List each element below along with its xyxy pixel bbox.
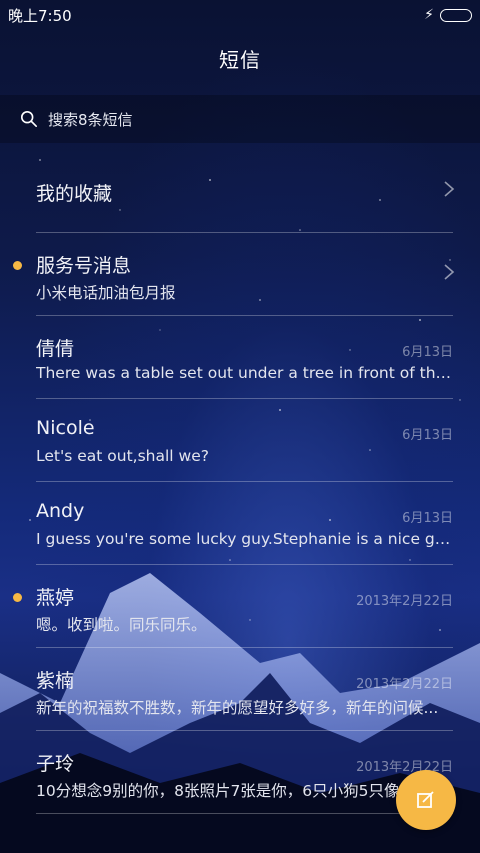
- list-item-yanting[interactable]: 燕婷 2013年2月22日 嗯。收到啦。同乐同乐。: [13, 565, 453, 648]
- list-item-zinan[interactable]: 紫楠 2013年2月22日 新年的祝福数不胜数，新年的愿望好多好多，新年的问候.…: [36, 648, 453, 731]
- conversation-name: Nicole: [36, 417, 95, 439]
- conversation-name: 我的收藏: [36, 183, 113, 205]
- chevron-right-icon: [444, 181, 455, 197]
- status-time: 晚上7:50: [8, 6, 72, 25]
- list-item-favorites[interactable]: 我的收藏: [36, 150, 455, 233]
- conversation-name: Andy: [36, 500, 85, 522]
- conversation-preview: 小米电话加油包月报: [36, 284, 176, 302]
- list-item-ziling[interactable]: 子玲 2013年2月22日 10分想念9别的你，8张照片7张是你，6只小狗5只像…: [36, 731, 453, 814]
- conversation-name: 服务号消息: [36, 255, 132, 277]
- conversation-preview: 10分想念9别的你，8张照片7张是你，6只小狗5只像你: [36, 782, 416, 800]
- status-icons: ⚡: [424, 7, 472, 23]
- battery-icon: [440, 8, 472, 22]
- conversation-date: 2013年2月22日: [356, 677, 453, 692]
- conversation-name: 倩倩: [36, 338, 75, 360]
- conversation-name: 紫楠: [36, 670, 75, 692]
- list-item-nicole[interactable]: Nicole 6月13日 Let's eat out,shall we?: [36, 399, 453, 482]
- conversation-date: 6月13日: [402, 345, 453, 360]
- search-placeholder: 搜索8条短信: [48, 110, 133, 129]
- conversation-name: 燕婷: [36, 587, 75, 609]
- conversation-preview: 嗯。收到啦。同乐同乐。: [36, 616, 207, 634]
- conversation-list: 我的收藏 服务号消息 小米电话加油包月报 倩倩 6月13日 There was …: [0, 150, 480, 814]
- conversation-date: 2013年2月22日: [356, 594, 453, 609]
- compose-button[interactable]: [396, 770, 456, 830]
- list-item-qianqian[interactable]: 倩倩 6月13日 There was a table set out under…: [36, 316, 454, 399]
- unread-dot: [13, 593, 22, 602]
- conversation-date: 6月13日: [402, 511, 453, 526]
- compose-icon: [417, 791, 434, 808]
- charging-icon: ⚡: [424, 7, 434, 23]
- page-title: 短信: [219, 47, 261, 72]
- conversation-preview: There was a table set out under a tree i…: [36, 364, 454, 382]
- conversation-name: 子玲: [36, 753, 75, 775]
- list-item-service-messages[interactable]: 服务号消息 小米电话加油包月报: [13, 233, 455, 316]
- unread-dot: [13, 261, 22, 270]
- conversation-preview: I guess you're some lucky guy.Stephanie …: [36, 530, 454, 548]
- conversation-date: 6月13日: [402, 428, 453, 443]
- status-bar: 晚上7:50 ⚡: [0, 0, 480, 30]
- search-bar[interactable]: 搜索8条短信: [0, 95, 480, 143]
- conversation-preview: 新年的祝福数不胜数，新年的愿望好多好多，新年的问候...: [36, 699, 439, 717]
- search-icon: [20, 110, 38, 128]
- list-item-andy[interactable]: Andy 6月13日 I guess you're some lucky guy…: [36, 482, 454, 565]
- conversation-preview: Let's eat out,shall we?: [36, 447, 209, 465]
- chevron-right-icon: [444, 264, 455, 280]
